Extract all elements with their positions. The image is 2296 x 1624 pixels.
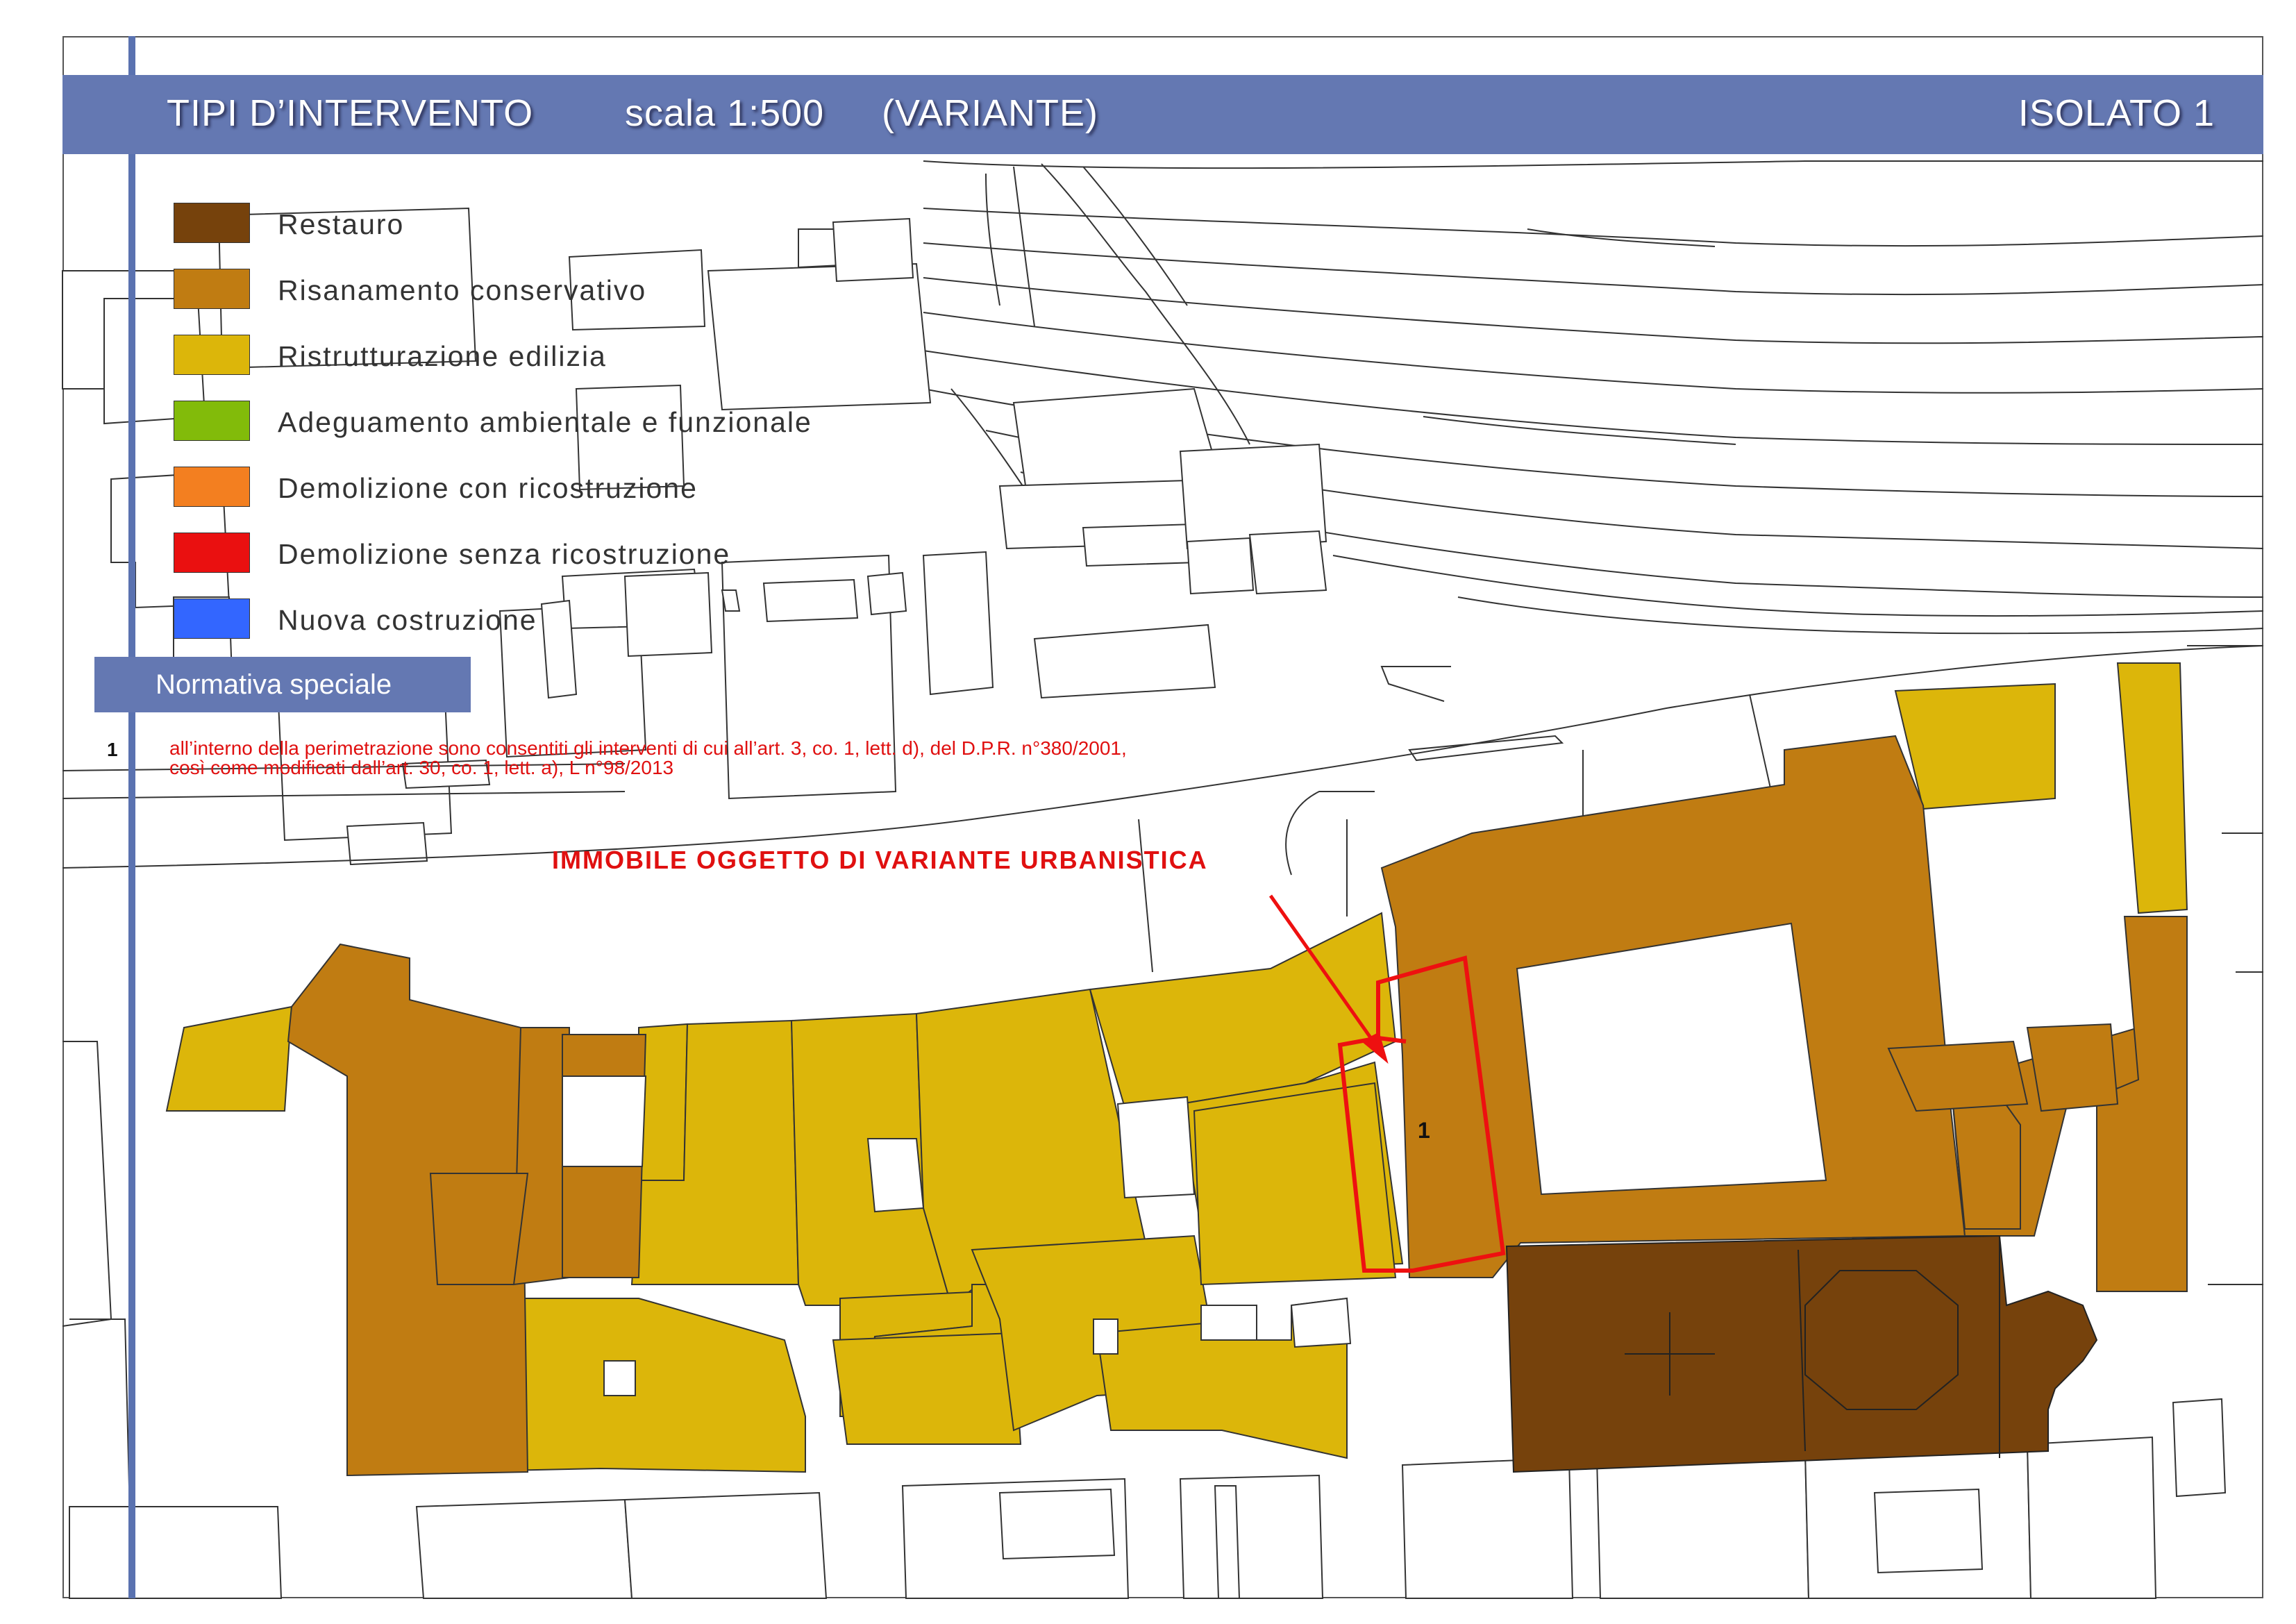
variant-annotation: IMMOBILE OGGETTO DI VARIANTE URBANISTICA [552,846,1208,874]
scale-label: scala 1:500 [625,92,825,134]
legend-label: Risanamento conservativo [278,274,647,306]
legend-label: Demolizione con ricostruzione [278,472,698,504]
cadastral-map [62,160,2264,1599]
legend-label: Demolizione senza ricostruzione [278,538,731,570]
legend-label: Ristrutturazione edilizia [278,340,607,372]
margin-line [128,36,135,1598]
courtyard [1516,922,1827,1196]
legend-swatch [174,598,250,639]
legend-swatch [174,533,250,573]
legend-swatch [174,335,250,375]
special-rules-heading: Normativa speciale [94,657,471,712]
title-bar: TIPI D’INTERVENTO scala 1:500 (VARIANTE)… [62,75,2263,154]
note-line-1: all’interno della perimetrazione sono co… [169,737,1127,759]
legend-swatch [174,203,250,243]
note-line-2: così come modificati dall’art. 30, co. 1… [169,757,674,778]
parcel-label: 1 [1418,1118,1430,1143]
legend-label: Adeguamento ambientale e funzionale [278,406,812,438]
page-title: TIPI D’INTERVENTO [167,92,534,134]
legend-swatch [174,401,250,441]
block-label: ISOLATO 1 [2018,92,2215,134]
legend-swatch [174,467,250,507]
legend-swatch [174,269,250,309]
legend-label: Restauro [278,208,405,240]
variant-label: (VARIANTE) [882,92,1099,134]
special-rules-label: Normativa speciale [156,669,392,700]
note-number: 1 [107,739,118,760]
legend-label: Nuova costruzione [278,604,537,636]
note-text: all’interno della perimetrazione sono co… [169,739,1419,778]
